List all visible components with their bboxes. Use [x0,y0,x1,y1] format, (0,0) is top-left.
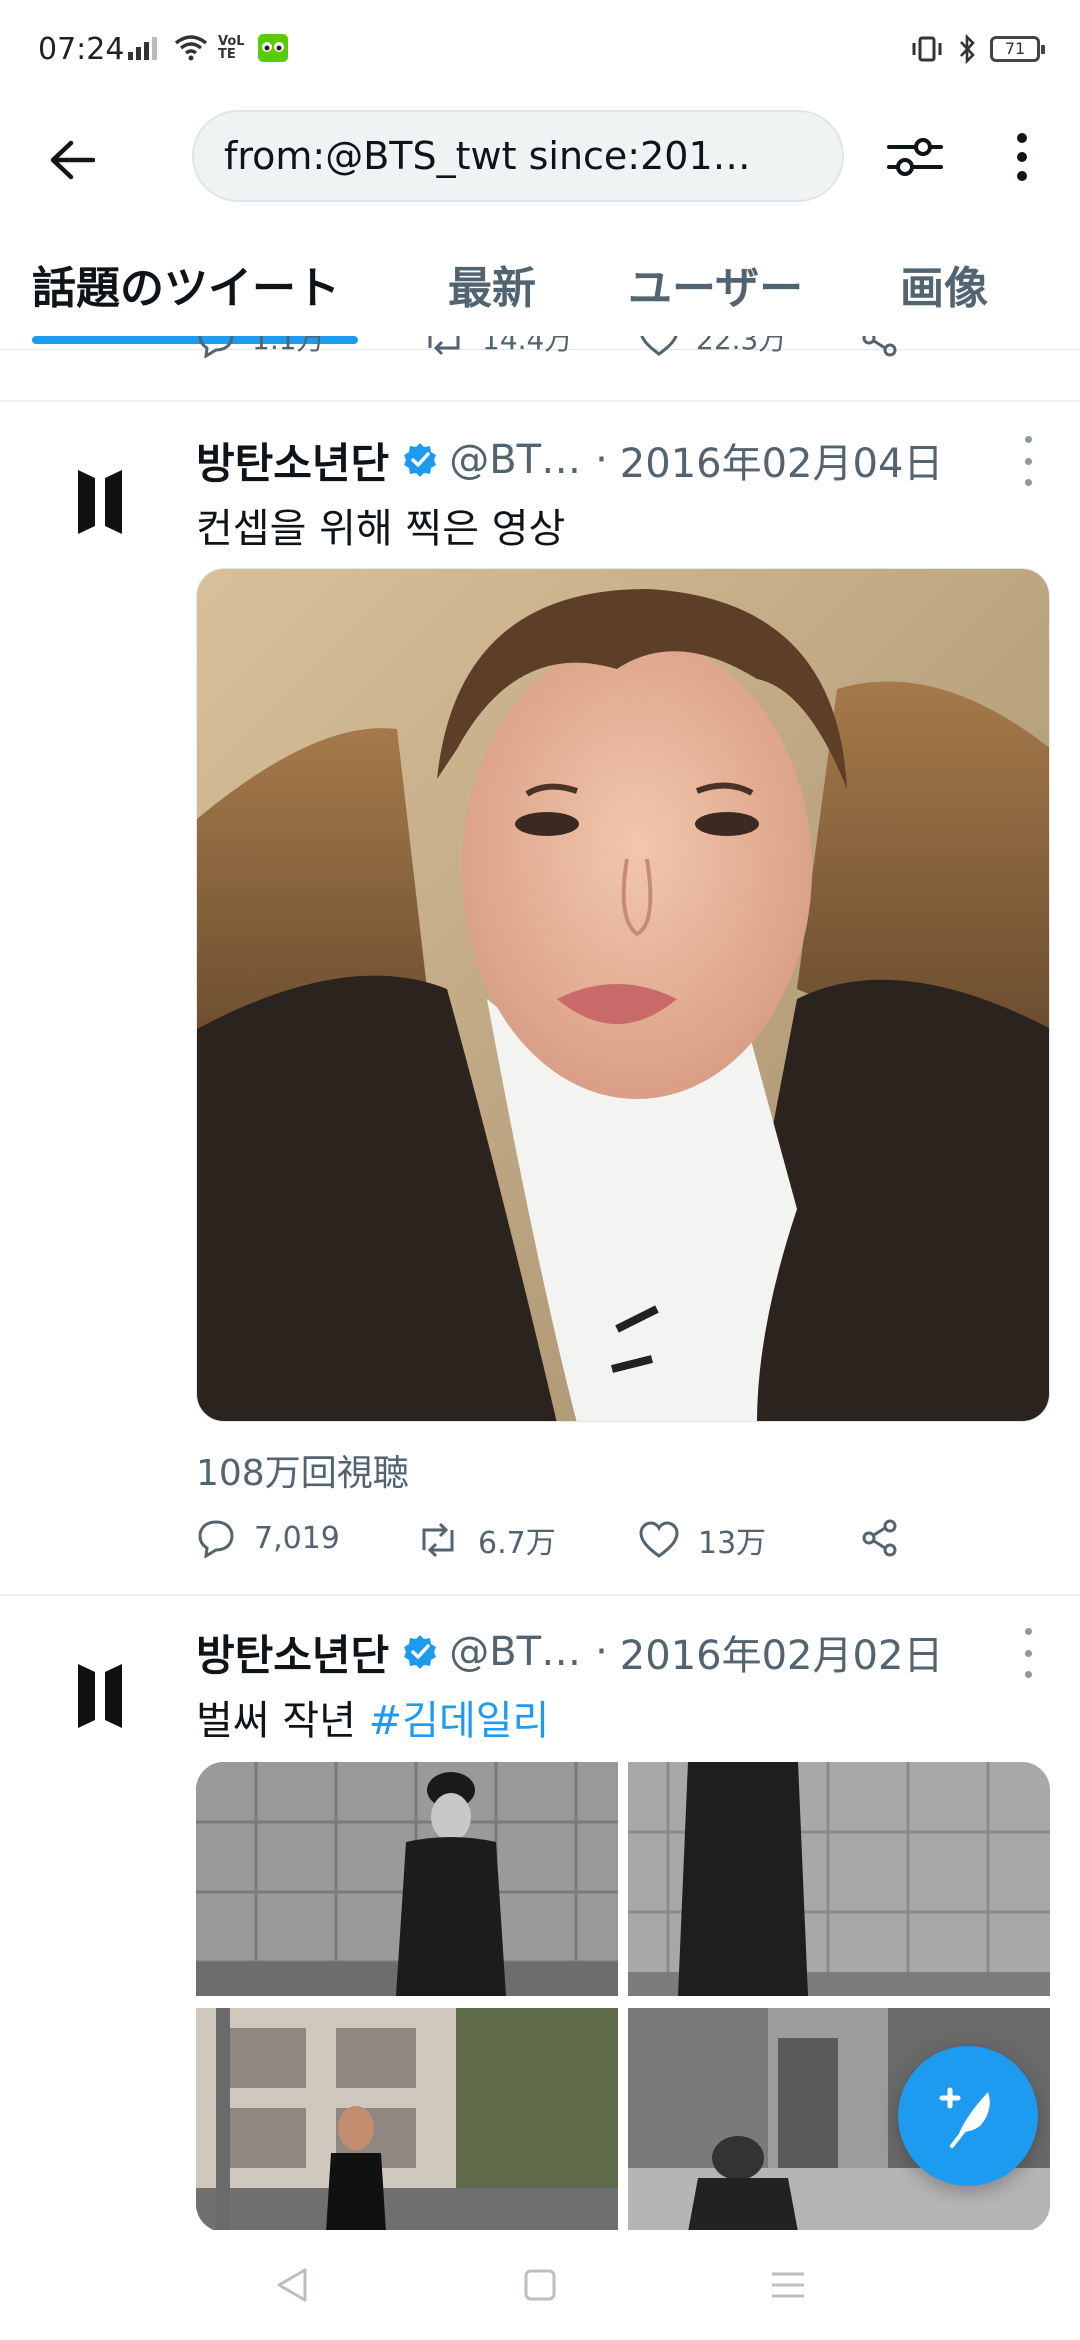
compose-tweet-button[interactable] [898,2046,1038,2186]
tweet-divider [0,1594,1080,1596]
nav-back-icon [277,2268,307,2302]
tab-latest[interactable]: 最新 [448,252,536,316]
reply-icon [198,336,234,358]
vibrate-icon [912,36,942,62]
prev-retweet-button[interactable]: 14.4万 [422,336,572,358]
tweet-photo[interactable] [196,2008,618,2232]
video-view-count: 108万回視聴 [196,1453,409,1494]
more-dot-icon [1024,1628,1032,1635]
more-dot-icon [1024,479,1032,486]
photo-thumbnail [628,1762,1050,1996]
author-name[interactable]: 방탄소년단 [196,1622,389,1683]
overflow-menu-button[interactable] [992,122,1052,192]
bts-logo-icon [78,1664,122,1728]
tweet-date[interactable]: 2016年02月02日 [620,1623,944,1681]
tweet-header: 방탄소년단 @BT… · 2016年02月02日 [196,1622,943,1682]
system-nav-bar [0,2230,1080,2340]
search-filter-button[interactable] [880,122,950,192]
tab-images[interactable]: 画像 [900,252,988,316]
like-button[interactable]: 13万 [638,1518,766,1562]
tweet-divider [0,400,1080,402]
photo-thumbnail [196,2008,618,2232]
tweet-more-button[interactable] [1018,1628,1038,1678]
tweet-video[interactable] [196,568,1050,1422]
prev-reply-count: 1.1万 [252,336,325,356]
author-handle[interactable]: @BT… [449,437,581,483]
like-count: 13万 [698,1526,767,1561]
share-icon [862,336,897,357]
more-dot-icon [1024,457,1032,465]
author-name[interactable]: 방탄소년단 [196,430,389,491]
retweet-icon [428,336,460,356]
tab-top-tweets[interactable]: 話題のツイート [32,252,340,316]
more-dot-icon [1024,1649,1032,1657]
status-bar: 07:24 VoLTE 71 [0,0,1080,100]
wifi-icon [174,35,208,61]
bts-logo-icon [78,470,122,534]
signal-icon [128,37,157,60]
prev-reply-button[interactable]: 1.1万 [196,336,325,358]
author-handle[interactable]: @BT… [449,1629,581,1675]
more-dot-icon [1024,436,1032,443]
tab-users[interactable]: ユーザー [628,252,803,316]
app-notification-icon [258,34,288,62]
heart-icon [640,336,678,356]
volte-label: VoLTE [218,34,245,62]
back-arrow-icon [50,140,95,180]
video-thumbnail [197,569,1049,1421]
bluetooth-icon [960,34,975,64]
search-input[interactable]: from:@BTS_twt since:201… [192,110,844,202]
reply-count: 7,019 [254,1520,340,1556]
prev-retweet-count: 14.4万 [482,336,573,356]
nav-recents-button[interactable] [758,2260,818,2310]
prev-like-count: 22.3万 [696,336,787,356]
header-separator: · [595,1629,608,1675]
nav-back-button[interactable] [262,2260,322,2310]
share-button[interactable] [860,1518,900,1558]
status-time: 07:24 [38,32,125,67]
avatar[interactable] [60,462,140,542]
more-dot-icon [1024,1671,1032,1678]
tweet-text-body: 벌써 작년 [196,1698,369,1744]
compose-tweet-icon [939,2087,990,2148]
retweet-icon [422,1522,454,1558]
search-tabs: 話題のツイート 最新 ユーザー 画像 [0,230,1080,350]
more-vertical-icon [1017,133,1027,181]
back-button[interactable] [40,128,104,192]
photo-thumbnail [196,1762,618,1996]
filter-sliders-icon [887,138,943,176]
prev-share-button[interactable] [860,336,900,358]
verified-badge-icon [401,441,439,479]
search-header: from:@BTS_twt since:201… [0,100,1080,220]
status-icons-left: VoLTE [128,34,288,62]
retweet-button[interactable]: 6.7万 [416,1518,556,1562]
reply-button[interactable]: 7,019 [196,1518,340,1558]
reply-icon [198,1520,234,1558]
nav-home-button[interactable] [510,2260,570,2310]
prev-like-button[interactable]: 22.3万 [638,336,786,358]
hashtag-link[interactable]: #김데일리 [369,1698,550,1744]
verified-badge-icon [401,1633,439,1671]
tweet-actions: 7,019 6.7万 13万 [196,1518,916,1568]
tweet-text: 컨셉을 위해 찍은 영상 [196,506,566,552]
nav-menu-icon [772,2272,804,2298]
previous-tweet-actions: 1.1万 14.4万 22.3万 [196,336,916,372]
share-icon [862,1519,897,1557]
battery-level: 71 [1004,39,1026,58]
tweet-photo[interactable] [628,1762,1050,1996]
heart-icon [639,1521,679,1558]
retweet-count: 6.7万 [478,1526,556,1561]
avatar[interactable] [60,1656,140,1736]
tweet-date[interactable]: 2016年02月04日 [620,431,944,489]
status-icons-right: 71 [910,34,1045,64]
tweet-text: 벌써 작년 #김데일리 [196,1688,549,1746]
nav-home-icon [524,2269,556,2301]
tweet-header: 방탄소년단 @BT… · 2016年02月04日 [196,430,943,490]
tweet-more-button[interactable] [1018,436,1038,486]
battery-icon: 71 [990,36,1045,62]
tweet-photo[interactable] [196,1762,618,1996]
header-separator: · [595,437,608,483]
search-query: from:@BTS_twt since:201… [224,134,751,178]
